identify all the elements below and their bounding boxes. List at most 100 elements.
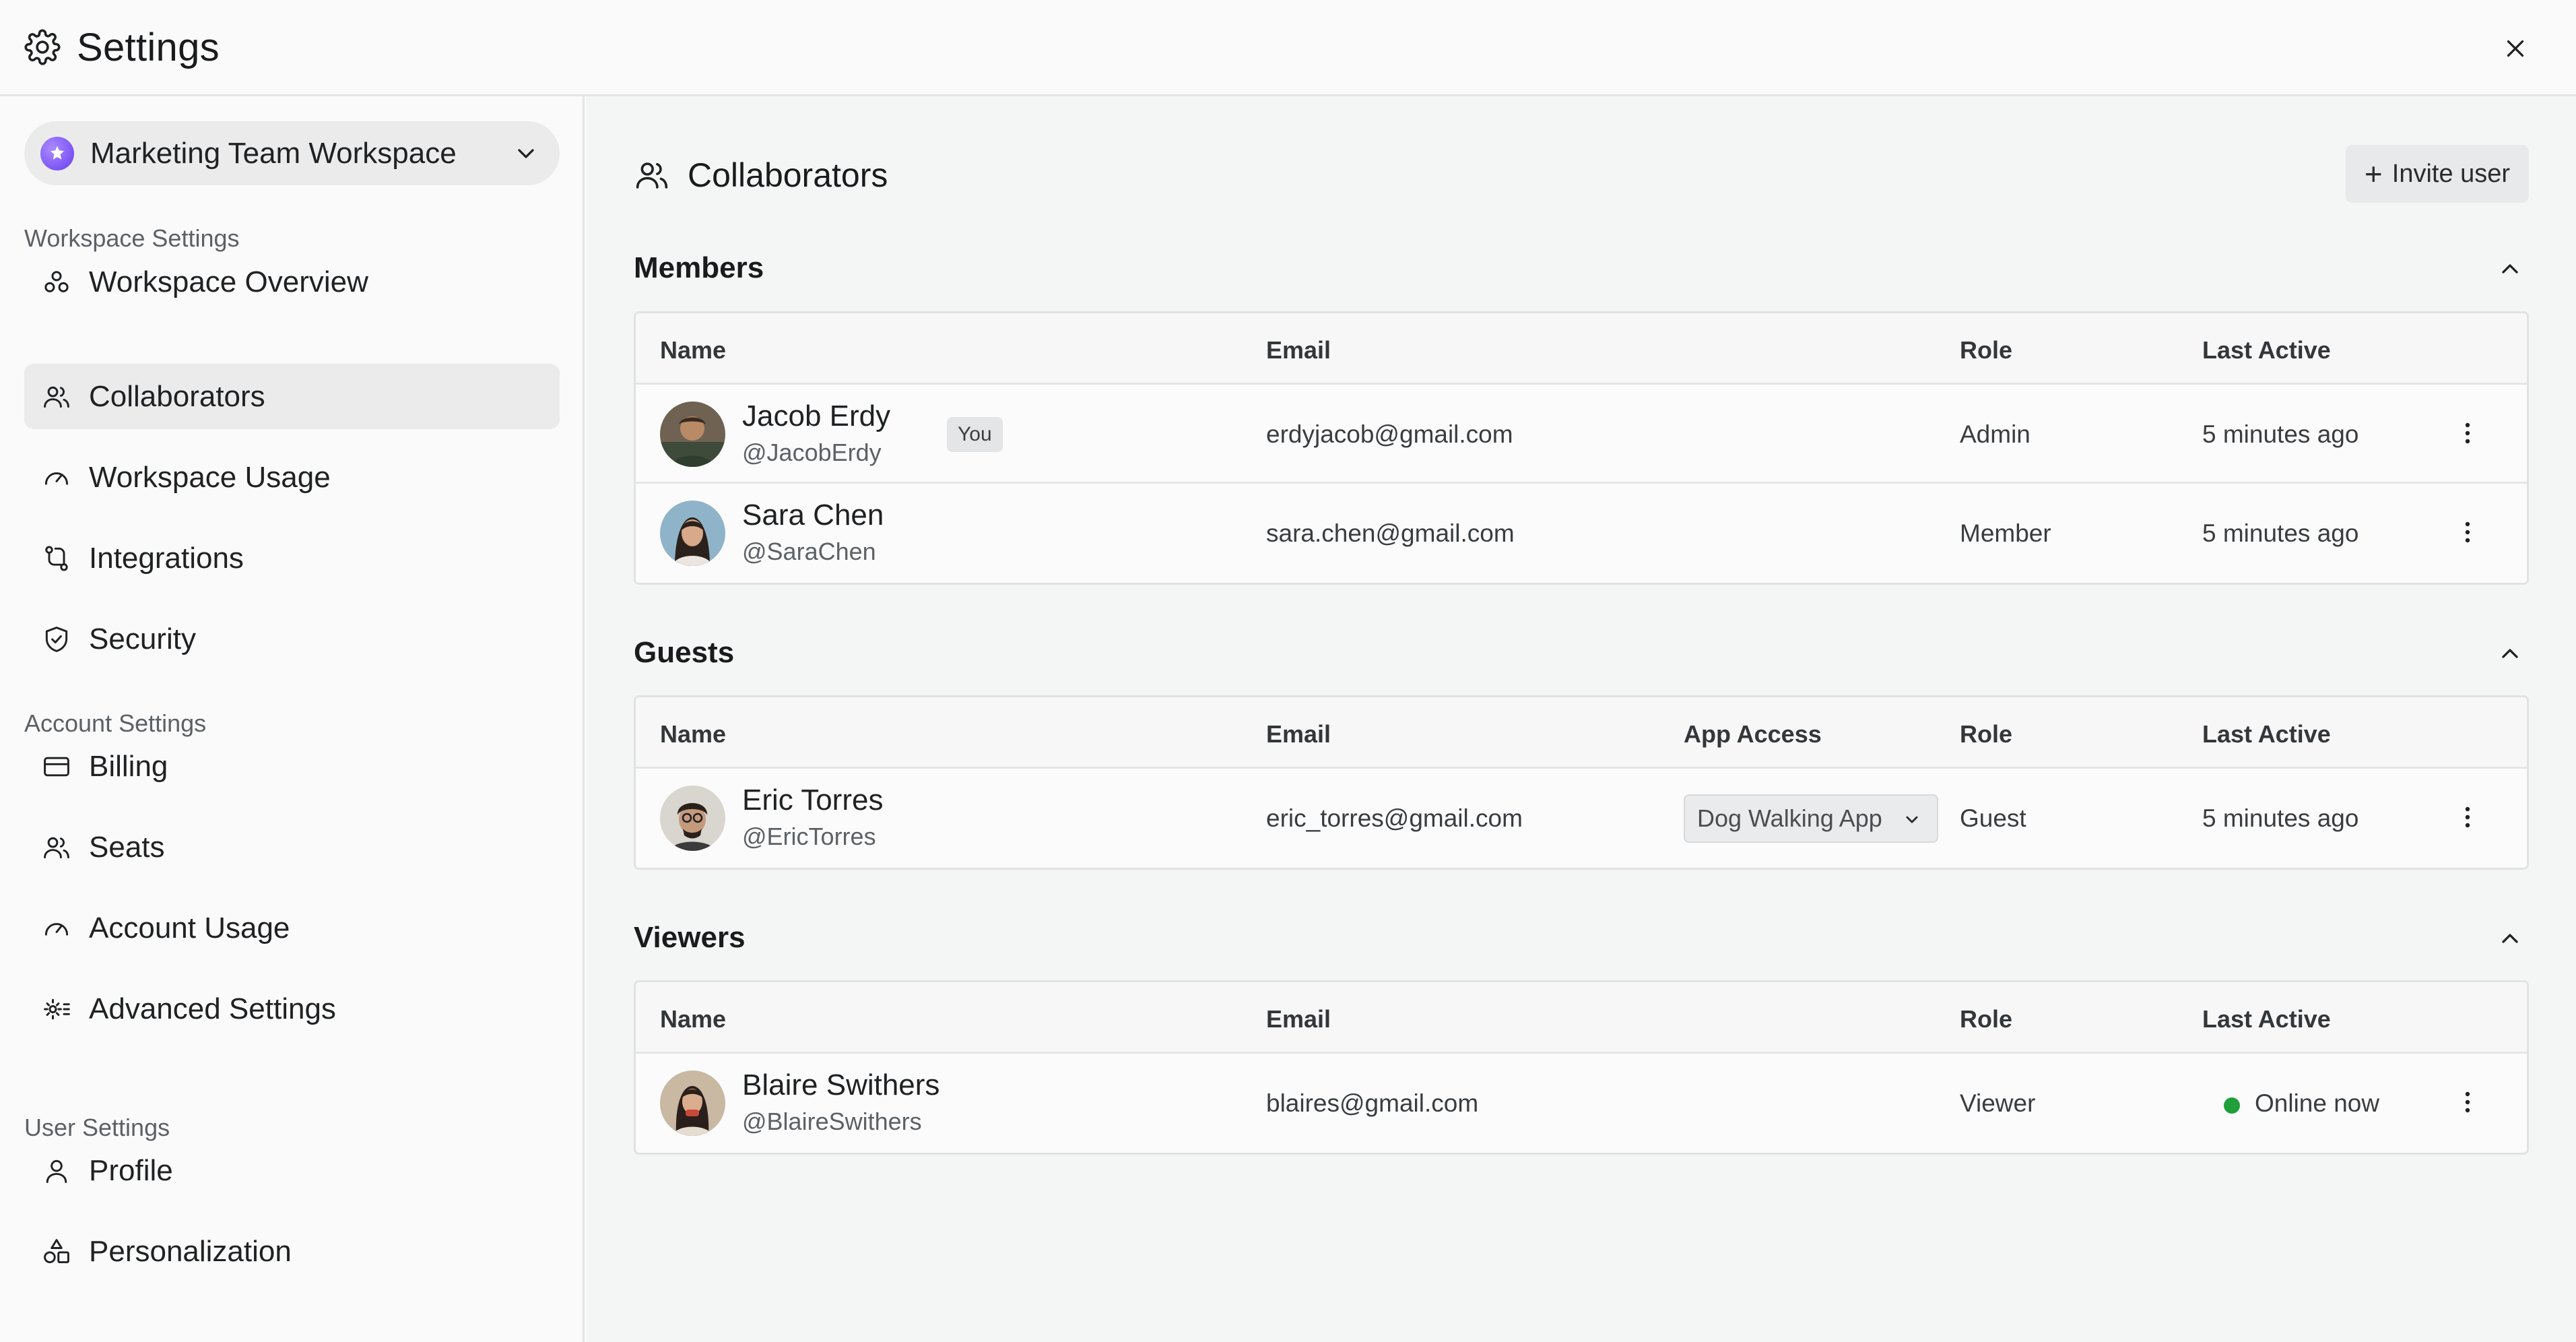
user-handle: @EricTorres <box>742 823 876 850</box>
sidebar-item-billing[interactable]: Billing <box>24 734 560 799</box>
members-table: Name Email Role Last Active Jacob Erdy Y… <box>634 311 2529 585</box>
sidebar-item-personalization[interactable]: Personalization <box>24 1219 560 1284</box>
row-menu-button[interactable] <box>2449 414 2486 452</box>
user-email: erdyjacob@gmail.com <box>1266 420 1513 448</box>
workspace-selector[interactable]: Marketing Team Workspace <box>24 121 560 185</box>
users-icon <box>636 162 668 189</box>
online-status-dot <box>2224 1097 2240 1114</box>
chevron-down-icon <box>1906 816 1918 823</box>
guests-collapse-toggle[interactable] <box>2491 635 2529 672</box>
invite-user-button[interactable]: + Invite user <box>2346 145 2529 203</box>
credit-card-icon <box>40 750 73 783</box>
user-role: Member <box>1960 519 2051 547</box>
viewers-collapse-toggle[interactable] <box>2491 920 2529 957</box>
column-header-email: Email <box>1266 336 1331 364</box>
more-vertical-icon <box>2465 521 2470 543</box>
row-menu-button[interactable] <box>2449 513 2486 551</box>
guests-section-title: Guests <box>634 636 735 669</box>
user-email: blaires@gmail.com <box>1266 1089 1479 1117</box>
table-header: Name Email Role Last Active <box>636 313 2527 385</box>
user-handle: @SaraChen <box>742 538 876 565</box>
sidebar-item-label: Collaborators <box>89 379 265 413</box>
close-button[interactable] <box>2497 30 2534 67</box>
column-header-email: Email <box>1266 720 1331 748</box>
workspace-logo-icon <box>40 136 74 170</box>
user-icon <box>40 1155 73 1187</box>
user-last-active: 5 minutes ago <box>2202 420 2359 448</box>
column-header-name: Name <box>660 1005 727 1033</box>
user-role: Guest <box>1960 804 2026 832</box>
row-menu-button[interactable] <box>2449 798 2486 836</box>
column-header-role: Role <box>1960 1005 2013 1033</box>
sidebar-item-label: Billing <box>89 749 168 783</box>
chevron-down-icon <box>518 149 534 158</box>
user-name: Jacob Erdy <box>742 400 891 433</box>
sidebar-item-workspace-usage[interactable]: Workspace Usage <box>24 445 560 510</box>
sidebar-item-seats[interactable]: Seats <box>24 814 560 880</box>
sidebar-item-profile[interactable]: Profile <box>24 1138 560 1203</box>
gear-icon <box>24 29 61 65</box>
column-header-last-active: Last Active <box>2202 720 2331 748</box>
user-role: Admin <box>1960 420 2030 448</box>
sidebar-item-account-usage[interactable]: Account Usage <box>24 895 560 961</box>
gear-list-icon <box>40 993 73 1025</box>
sidebar-item-collaborators[interactable]: Collaborators <box>24 364 560 429</box>
users-icon <box>40 831 73 864</box>
shield-icon <box>40 623 73 656</box>
user-last-active: Online now <box>2255 1089 2380 1117</box>
user-name: Sara Chen <box>742 499 884 532</box>
table-row: Blaire Swithers @BlaireSwithers blaires@… <box>636 1054 2527 1153</box>
page-header: Collaborators <box>634 156 888 195</box>
column-header-app-access: App Access <box>1684 720 1822 748</box>
column-header-role: Role <box>1960 720 2013 748</box>
page-title: Collaborators <box>688 156 888 194</box>
table-header: Name Email App Access Role Last Active <box>636 697 2527 769</box>
user-handle: @BlaireSwithers <box>742 1108 922 1135</box>
invite-user-label: Invite user <box>2391 159 2511 188</box>
workspace-name: Marketing Team Workspace <box>90 136 457 170</box>
user-email: eric_torres@gmail.com <box>1266 804 1523 832</box>
sidebar-item-integrations[interactable]: Integrations <box>24 525 560 591</box>
gauge-icon <box>40 912 73 945</box>
sidebar-item-label: Workspace Usage <box>89 460 331 494</box>
user-role: Viewer <box>1960 1089 2036 1117</box>
sidebar-item-label: Profile <box>89 1153 173 1187</box>
column-header-name: Name <box>660 720 727 748</box>
column-header-role: Role <box>1960 336 2013 364</box>
table-header: Name Email Role Last Active <box>636 982 2527 1054</box>
app-access-value: Dog Walking App <box>1697 804 1882 832</box>
title-bar: Settings <box>0 0 2576 96</box>
sidebar-item-security[interactable]: Security <box>24 606 560 672</box>
sidebar-item-label: Integrations <box>89 541 244 575</box>
user-name: Eric Torres <box>742 784 884 817</box>
more-vertical-icon <box>2465 806 2470 828</box>
user-handle: @JacobErdy <box>742 439 882 466</box>
user-last-active: 5 minutes ago <box>2202 519 2359 547</box>
members-collapse-toggle[interactable] <box>2491 250 2529 288</box>
settings-window: Settings Marketing Team Workspace Worksp… <box>0 0 2576 1342</box>
overview-icon <box>40 266 73 298</box>
user-name: Blaire Swithers <box>742 1068 940 1101</box>
section-label-workspace-settings: Workspace Settings <box>24 224 240 252</box>
sidebar-item-label: Seats <box>89 830 165 864</box>
shapes-icon <box>40 1236 73 1268</box>
users-icon <box>40 381 73 413</box>
column-header-email: Email <box>1266 1005 1331 1033</box>
row-menu-button[interactable] <box>2449 1083 2486 1121</box>
members-section-title: Members <box>634 251 764 284</box>
avatar <box>660 1071 725 1136</box>
app-access-select[interactable]: Dog Walking App <box>1684 794 1938 843</box>
chevron-up-icon <box>2502 934 2518 943</box>
user-last-active: 5 minutes ago <box>2202 804 2359 832</box>
guests-table: Name Email App Access Role Last Active E… <box>634 695 2529 870</box>
sidebar-item-workspace-overview[interactable]: Workspace Overview <box>24 249 560 315</box>
viewers-table: Name Email Role Last Active Blaire Swith… <box>634 980 2529 1155</box>
avatar <box>660 501 725 566</box>
viewers-section-title: Viewers <box>634 921 746 954</box>
table-row: Jacob Erdy You @JacobErdy erdyjacob@gmai… <box>636 385 2527 484</box>
integrations-icon <box>40 542 73 575</box>
sidebar-item-advanced-settings[interactable]: Advanced Settings <box>24 976 560 1042</box>
sidebar-item-label: Personalization <box>89 1234 292 1268</box>
user-email: sara.chen@gmail.com <box>1266 519 1515 547</box>
gauge-icon <box>40 461 73 494</box>
